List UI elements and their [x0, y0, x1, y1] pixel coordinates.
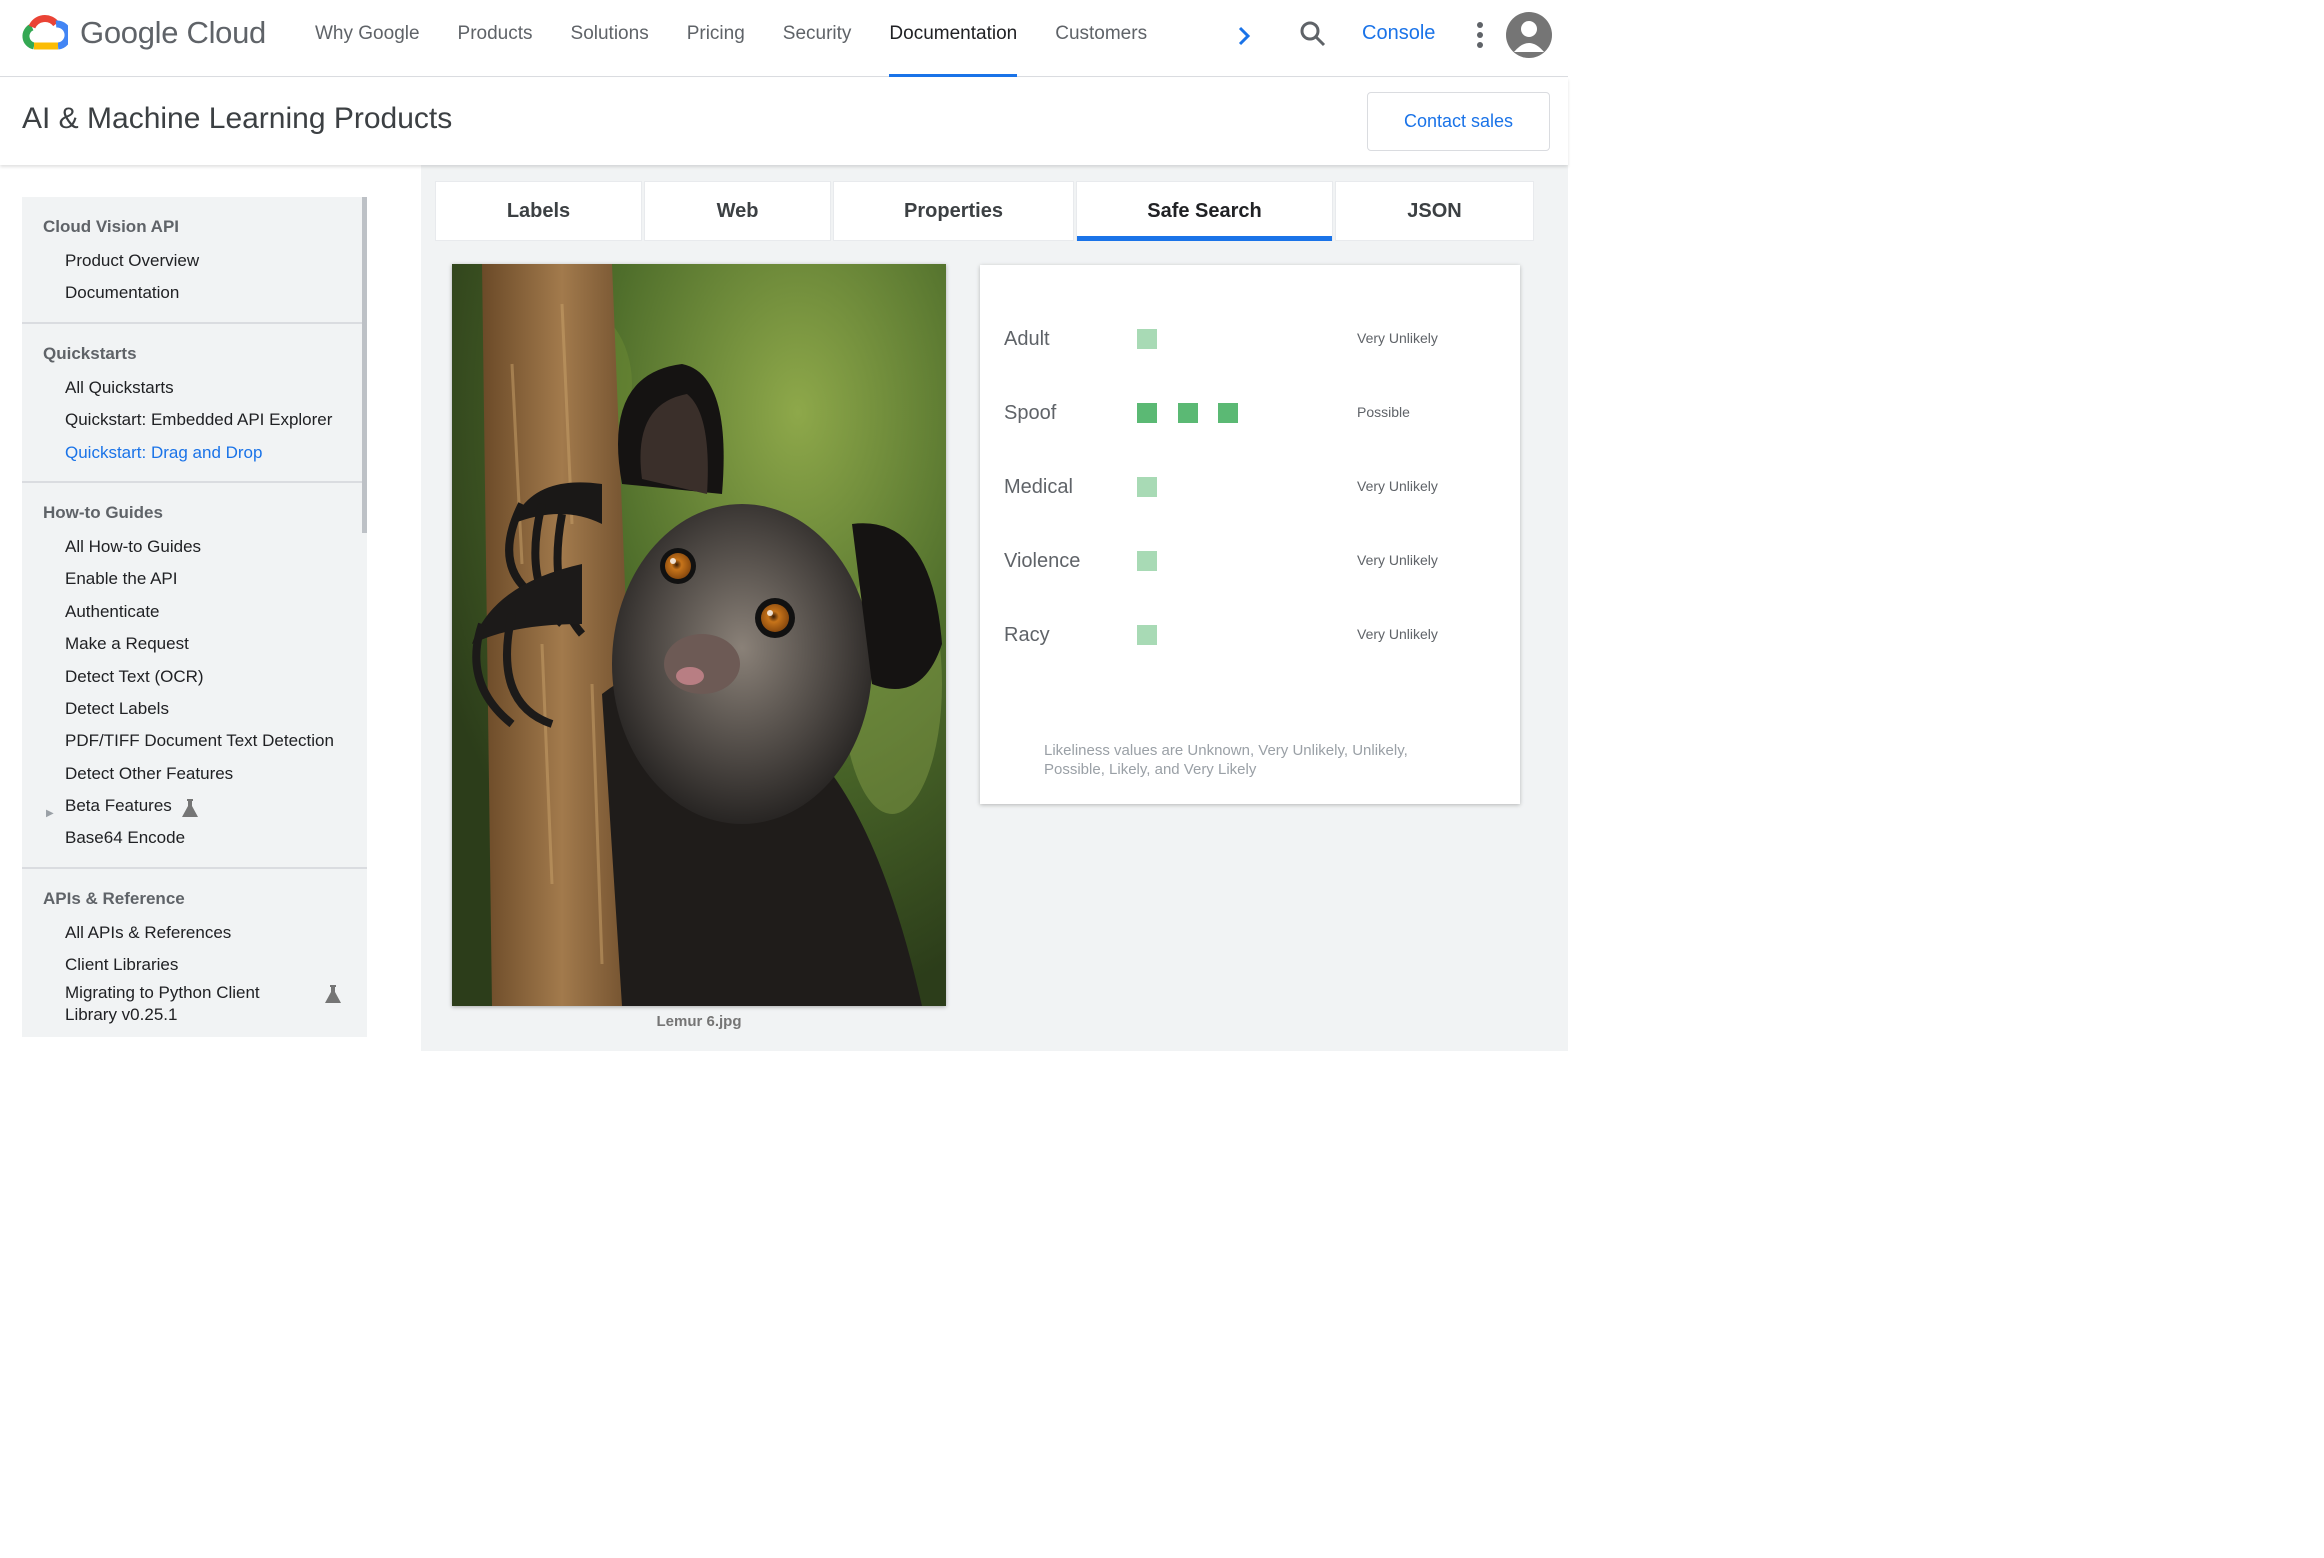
- result-tabs: Labels Web Properties Safe Search JSON: [435, 181, 1536, 257]
- likelihood-bar: [1177, 403, 1198, 423]
- category-label: Adult: [1004, 328, 1050, 350]
- nav-solutions[interactable]: Solutions: [552, 0, 668, 77]
- sidebar-section-title: Quickstarts: [43, 343, 137, 363]
- likelihood-bar: [1137, 329, 1157, 349]
- category-label: Spoof: [1004, 402, 1057, 424]
- sidebar-item-all-apis[interactable]: All APIs & References: [22, 917, 367, 949]
- likelihood-bar: [1137, 625, 1157, 645]
- sidebar-item-all-how-to[interactable]: All How-to Guides: [22, 531, 367, 563]
- result-row-medical: Medical Very Unlikely: [980, 468, 1520, 508]
- sidebar-item-detect-text[interactable]: Detect Text (OCR): [22, 661, 367, 693]
- beta-flask-icon: [325, 984, 341, 1003]
- sidebar-nav: Cloud Vision API Product Overview Docume…: [22, 197, 367, 1037]
- sidebar-section-title: APIs & Reference: [43, 888, 185, 908]
- sidebar-item-api-explorer[interactable]: Quickstart: Embedded API Explorer: [22, 404, 367, 436]
- nav-customers[interactable]: Customers: [1036, 0, 1166, 77]
- sidebar-item-migrating-python[interactable]: Migrating to Python Client Library v0.25…: [22, 982, 367, 1026]
- top-bar: Google Cloud Why Google Products Solutio…: [0, 0, 1568, 77]
- likelihood-bars: [1137, 551, 1178, 571]
- product-header: AI & Machine Learning Products Contact s…: [0, 78, 1568, 165]
- sidebar-item-all-quickstarts[interactable]: All Quickstarts: [22, 372, 367, 404]
- vision-demo-panel: Labels Web Properties Safe Search JSON L…: [421, 165, 1568, 1051]
- beta-flask-icon: [182, 799, 198, 818]
- sidebar-item-label: Beta Features: [65, 796, 172, 816]
- sidebar-item-beta-features[interactable]: ▶ Beta Features: [22, 790, 367, 822]
- likelihood-value: Very Unlikely: [1357, 330, 1438, 346]
- sidebar-item-enable-api[interactable]: Enable the API: [22, 563, 367, 595]
- console-link[interactable]: Console: [1362, 22, 1435, 45]
- result-row-violence: Violence Very Unlikely: [980, 542, 1520, 582]
- sidebar-item-detect-labels[interactable]: Detect Labels: [22, 693, 367, 725]
- chevron-right-icon[interactable]: [1228, 20, 1260, 52]
- category-label: Racy: [1004, 624, 1050, 646]
- sidebar-item-base64[interactable]: Base64 Encode: [22, 822, 367, 854]
- likelihood-bars: [1137, 625, 1178, 645]
- likelihood-value: Very Unlikely: [1357, 626, 1438, 642]
- search-icon[interactable]: [1296, 17, 1330, 51]
- sidebar-item-authenticate[interactable]: Authenticate: [22, 596, 367, 628]
- sidebar-item-label: Migrating to Python Client Library v0.25…: [65, 982, 260, 1024]
- page-title: AI & Machine Learning Products: [22, 102, 453, 135]
- result-row-spoof: Spoof Possible: [980, 394, 1520, 434]
- uploaded-image: [452, 264, 946, 1006]
- sidebar-item-drag-and-drop[interactable]: Quickstart: Drag and Drop: [22, 437, 367, 469]
- sidebar-item-client-libraries[interactable]: Client Libraries: [22, 949, 367, 981]
- sidebar-item-make-request[interactable]: Make a Request: [22, 628, 367, 660]
- tab-web[interactable]: Web: [644, 181, 831, 241]
- tab-properties[interactable]: Properties: [833, 181, 1074, 241]
- sidebar-item-pdf-tiff[interactable]: PDF/TIFF Document Text Detection: [22, 725, 367, 757]
- sidebar-section-title: How-to Guides: [43, 502, 163, 522]
- nav-security[interactable]: Security: [764, 0, 871, 77]
- sidebar-section-how-to: How-to Guides All How-to Guides Enable t…: [22, 483, 367, 869]
- sidebar-section-quickstarts: Quickstarts All Quickstarts Quickstart: …: [22, 324, 367, 483]
- likelihood-bar: [1137, 477, 1157, 497]
- sidebar-item-product-overview[interactable]: Product Overview: [22, 245, 367, 277]
- brand-name: Google Cloud: [80, 15, 266, 50]
- tab-json[interactable]: JSON: [1335, 181, 1534, 241]
- tab-labels[interactable]: Labels: [435, 181, 642, 241]
- google-cloud-logo-icon: [22, 15, 68, 50]
- more-vert-icon[interactable]: [1466, 18, 1494, 52]
- tab-safe-search[interactable]: Safe Search: [1076, 181, 1333, 241]
- lemur-photo: [452, 264, 946, 1006]
- image-caption: Lemur 6.jpg: [656, 1013, 742, 1030]
- nav-pricing[interactable]: Pricing: [668, 0, 764, 77]
- likelihood-value: Very Unlikely: [1357, 552, 1438, 568]
- category-label: Violence: [1004, 550, 1081, 572]
- contact-sales-button[interactable]: Contact sales: [1367, 92, 1550, 151]
- account-icon[interactable]: [1506, 12, 1552, 58]
- sidebar-section-title: Cloud Vision API: [43, 217, 180, 236]
- google-cloud-logo[interactable]: Google Cloud: [22, 14, 266, 52]
- likelihood-note: Likeliness values are Unknown, Very Unli…: [1044, 742, 1408, 778]
- nav-documentation[interactable]: Documentation: [870, 0, 1036, 77]
- category-label: Medical: [1004, 476, 1073, 498]
- result-row-adult: Adult Very Unlikely: [980, 320, 1520, 360]
- likelihood-bars: [1137, 477, 1178, 497]
- result-row-racy: Racy Very Unlikely: [980, 616, 1520, 656]
- sidebar-item-detect-other[interactable]: Detect Other Features: [22, 758, 367, 790]
- likelihood-bars: [1137, 403, 1259, 423]
- likelihood-value: Possible: [1357, 404, 1410, 420]
- sidebar-section-apis: APIs & Reference All APIs & References C…: [22, 869, 367, 1037]
- nav-products[interactable]: Products: [439, 0, 552, 77]
- likelihood-bar: [1137, 551, 1157, 571]
- likelihood-bar: [1218, 403, 1238, 423]
- likelihood-bars: [1137, 329, 1178, 349]
- nav-why-google[interactable]: Why Google: [296, 0, 439, 77]
- sidebar-section-cloud-vision: Cloud Vision API Product Overview Docume…: [22, 197, 367, 324]
- likelihood-bar: [1137, 403, 1157, 423]
- safe-search-results: Adult Very Unlikely Spoof Possible Medic…: [980, 265, 1520, 804]
- likelihood-value: Very Unlikely: [1357, 478, 1438, 494]
- main-nav: Why Google Products Solutions Pricing Se…: [296, 0, 1166, 77]
- sidebar-item-documentation[interactable]: Documentation: [22, 277, 367, 309]
